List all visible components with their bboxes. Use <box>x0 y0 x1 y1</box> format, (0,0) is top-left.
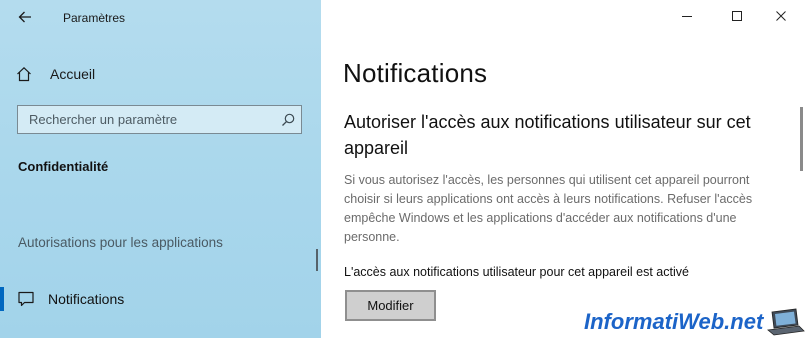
sidebar-item-notifications[interactable]: Notifications <box>0 287 316 311</box>
close-icon <box>776 11 786 21</box>
sidebar-item-label: Notifications <box>48 291 125 307</box>
close-button[interactable] <box>758 0 804 32</box>
section-title: Confidentialité <box>18 159 109 174</box>
sidebar-scrollbar[interactable] <box>316 249 318 271</box>
search-icon[interactable] <box>280 112 296 128</box>
status-text: L'accès aux notifications utilisateur po… <box>344 265 689 279</box>
home-icon <box>16 63 38 85</box>
minimize-icon <box>682 16 692 17</box>
watermark-text: InformatiWeb.net <box>584 309 765 334</box>
app-title: Paramètres <box>63 11 126 25</box>
main-scrollbar[interactable] <box>800 107 803 171</box>
search-box[interactable] <box>17 105 302 134</box>
section-heading: Autoriser l'accès aux notifications util… <box>344 112 751 158</box>
back-arrow-icon <box>18 11 31 23</box>
page-title: Notifications <box>343 58 488 88</box>
active-indicator <box>0 287 4 311</box>
description-text: Si vous autorisez l'accès, les personnes… <box>344 173 753 244</box>
maximize-icon <box>732 11 742 21</box>
home-nav-item[interactable]: Accueil <box>16 63 95 85</box>
minimize-button[interactable] <box>664 0 710 32</box>
informatiweb-watermark: InformatiWeb.net <box>583 308 805 336</box>
maximize-button[interactable] <box>714 0 760 32</box>
back-button[interactable] <box>9 2 41 32</box>
modify-button[interactable]: Modifier <box>345 290 436 321</box>
search-input[interactable] <box>18 106 268 133</box>
main-content: Notifications Autoriser l'accès aux noti… <box>321 0 806 338</box>
group-label: Autorisations pour les applications <box>18 235 223 250</box>
notification-speech-bubble-icon <box>18 291 34 307</box>
laptop-icon <box>767 308 805 336</box>
sidebar: Paramètres Accueil Confidentialité Autor… <box>0 0 321 338</box>
home-label: Accueil <box>50 66 96 82</box>
